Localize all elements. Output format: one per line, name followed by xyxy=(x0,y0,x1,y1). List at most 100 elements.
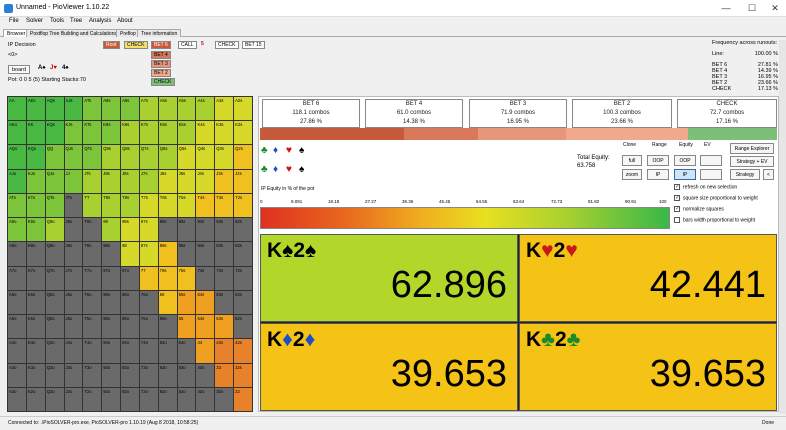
hand-cell[interactable]: Q7o xyxy=(45,266,64,290)
refresh-checkbox[interactable]: ✓ refresh on new selection xyxy=(674,184,737,190)
minimize-button[interactable]: — xyxy=(714,2,738,15)
hand-cell[interactable]: AJs xyxy=(64,97,83,121)
hand-cell[interactable]: K8s xyxy=(121,121,139,145)
hand-cell[interactable]: 86s xyxy=(158,242,177,266)
hand-cell[interactable]: 54s xyxy=(196,315,215,339)
hand-cell[interactable]: J6o xyxy=(64,290,83,315)
hand-cell[interactable]: 55 xyxy=(177,315,196,339)
hand-cell[interactable]: A8o xyxy=(8,242,26,266)
hand-cell[interactable]: 73s xyxy=(215,266,234,290)
hand-cell[interactable]: K7s xyxy=(139,121,158,145)
hand-cell[interactable]: J8o xyxy=(64,242,83,266)
check-line-button[interactable]: CHECK xyxy=(124,41,148,49)
hand-cell[interactable]: J9s xyxy=(102,169,121,193)
hand-cell[interactable]: 62o xyxy=(158,387,177,411)
hand-cell[interactable]: Q9s xyxy=(102,145,121,169)
hand-cell[interactable]: Q2o xyxy=(45,387,64,411)
hand-cell[interactable]: 84o xyxy=(121,339,139,363)
action-check[interactable]: CHECK 72.7 combos 17.16 % xyxy=(677,99,777,128)
hand-cell[interactable]: 42o xyxy=(196,387,215,411)
hand-cell[interactable]: ATo xyxy=(8,193,26,218)
hand-cell[interactable]: AKs xyxy=(26,97,45,121)
hand-cell[interactable]: J3s xyxy=(215,169,234,193)
hand-cell[interactable]: T4s xyxy=(196,193,215,218)
hand-cell[interactable]: 93s xyxy=(215,218,234,242)
hand-cell[interactable]: A3o xyxy=(8,363,26,387)
hand-cell[interactable]: Q3s xyxy=(215,145,234,169)
clone-full-button[interactable]: full xyxy=(622,155,642,166)
hand-cell[interactable]: Q3o xyxy=(45,363,64,387)
hand-cell[interactable]: 73o xyxy=(139,363,158,387)
hand-cell[interactable]: KJo xyxy=(26,169,45,193)
hand-cell[interactable]: 86o xyxy=(121,290,139,315)
strategy-button[interactable]: Strategy xyxy=(730,169,760,180)
hand-cell[interactable]: 83s xyxy=(215,242,234,266)
ev-oop-button[interactable] xyxy=(700,155,722,166)
hand-cell[interactable]: J8s xyxy=(121,169,139,193)
spade-icon[interactable]: ♠ xyxy=(299,145,304,156)
hand-cell[interactable]: T5o xyxy=(83,315,102,339)
hand-cell[interactable]: KTo xyxy=(26,193,45,218)
hand-cell[interactable]: 76s xyxy=(158,266,177,290)
hand-cell[interactable]: K8o xyxy=(26,242,45,266)
option-bet2[interactable]: BET 2 xyxy=(151,69,171,77)
hand-cell[interactable]: T6o xyxy=(83,290,102,315)
hand-cell[interactable]: J5o xyxy=(64,315,83,339)
ev-ip-button[interactable] xyxy=(700,169,722,180)
hand-cell[interactable]: A3s xyxy=(215,97,234,121)
tab-postflop[interactable]: Postflop Tree Building and Calculations xyxy=(26,29,121,37)
equity-ip-button[interactable]: IP xyxy=(674,169,696,180)
hand-cell[interactable]: J5s xyxy=(177,169,196,193)
hand-cell[interactable]: 84s xyxy=(196,242,215,266)
hand-cell[interactable]: 83o xyxy=(121,363,139,387)
hand-cell[interactable]: 65s xyxy=(177,290,196,315)
hand-cell[interactable]: 22 xyxy=(234,387,252,411)
clone-zoom-button[interactable]: zoom xyxy=(622,169,642,180)
hand-cell[interactable]: T4o xyxy=(83,339,102,363)
hand-cell[interactable]: 87s xyxy=(139,242,158,266)
hand-cell[interactable]: K4o xyxy=(26,339,45,363)
hand-cell[interactable]: 98o xyxy=(102,242,121,266)
hand-cell[interactable]: 87o xyxy=(121,266,139,290)
hand-cell[interactable]: T6s xyxy=(158,193,177,218)
hand-cell[interactable]: JTs xyxy=(83,169,102,193)
hand-cell[interactable]: 99 xyxy=(102,218,121,242)
hand-cell[interactable]: 64s xyxy=(196,290,215,315)
hand-cell[interactable]: J4o xyxy=(64,339,83,363)
hand-cell[interactable]: 98s xyxy=(121,218,139,242)
hand-cell[interactable]: T8o xyxy=(83,242,102,266)
hand-cell[interactable]: Q8s xyxy=(121,145,139,169)
hand-cell[interactable]: A2o xyxy=(8,387,26,411)
action-bet2[interactable]: BET 2 100.3 combos 23.66 % xyxy=(572,99,672,128)
hand-cell[interactable]: 88 xyxy=(121,242,139,266)
hand-cell[interactable]: 95s xyxy=(177,218,196,242)
hand-cell[interactable]: 96o xyxy=(102,290,121,315)
hand-cell[interactable]: AJo xyxy=(8,169,26,193)
hand-cell[interactable]: 96s xyxy=(158,218,177,242)
hand-cell[interactable]: 82o xyxy=(121,387,139,411)
hand-cell[interactable]: Q4o xyxy=(45,339,64,363)
maximize-button[interactable]: ☐ xyxy=(740,2,764,15)
bet15-line-button[interactable]: BET 15 xyxy=(242,41,265,49)
hand-cell[interactable]: T2s xyxy=(234,193,252,218)
option-bet3[interactable]: BET 3 xyxy=(151,60,171,68)
hand-cell[interactable]: 64o xyxy=(158,339,177,363)
hand-cell[interactable]: 72o xyxy=(139,387,158,411)
hand-cell[interactable]: Q5s xyxy=(177,145,196,169)
check2-line-button[interactable]: CHECK xyxy=(215,41,239,49)
combo-kc2c[interactable]: K♣2♣ 39.653 xyxy=(519,323,777,411)
hand-cell[interactable]: KQo xyxy=(26,145,45,169)
hand-cell[interactable]: A5o xyxy=(8,315,26,339)
hand-cell[interactable]: 53s xyxy=(215,315,234,339)
hand-cell[interactable]: JTo xyxy=(64,193,83,218)
hand-cell[interactable]: A6s xyxy=(158,97,177,121)
hand-cell[interactable]: 54o xyxy=(177,339,196,363)
hand-cell[interactable]: AKo xyxy=(8,121,26,145)
hand-cell[interactable]: K6o xyxy=(26,290,45,315)
hand-cell[interactable]: 95o xyxy=(102,315,121,339)
hand-cell[interactable]: QJo xyxy=(45,169,64,193)
menu-tools[interactable]: Tools xyxy=(50,18,64,24)
board-button[interactable]: board xyxy=(8,65,30,74)
hand-cell[interactable]: 77 xyxy=(139,266,158,290)
hand-cell[interactable]: T9s xyxy=(102,193,121,218)
